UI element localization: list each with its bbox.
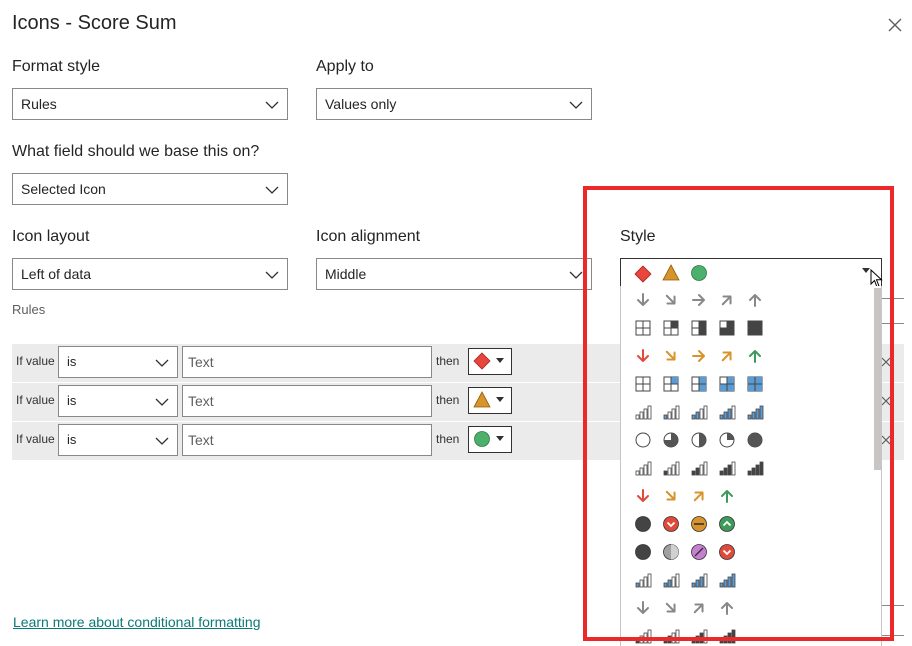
highlight-annotation [583,186,894,641]
rule-then-label: then [436,393,460,407]
rule-value-input[interactable]: Text [182,385,432,417]
rule-operator-value: is [67,393,77,408]
chevron-down-icon [265,271,279,279]
icon-alignment-select[interactable]: Middle [316,258,592,290]
rule-operator-value: is [67,432,77,447]
apply-to-value: Values only [325,96,397,112]
rule-if-label: If value [16,354,55,368]
icon-layout-select[interactable]: Left of data [12,258,288,290]
rule-icon-picker[interactable] [468,348,512,375]
format-style-value: Rules [21,96,57,112]
chevron-down-icon [569,101,583,109]
chevron-down-icon [155,398,169,406]
apply-to-select[interactable]: Values only [316,88,592,120]
close-icon[interactable] [884,14,906,36]
rule-value-input[interactable]: Text [182,424,432,456]
icon-layout-label: Icon layout [12,228,90,245]
base-field-label: What field should we base this on? [12,143,260,160]
caret-down-icon [496,436,504,441]
caret-down-icon [496,358,504,363]
learn-more-link[interactable]: Learn more about conditional formatting [13,614,260,630]
orange-triangle-icon [473,391,491,408]
rule-icon-picker[interactable] [468,387,512,414]
format-style-label: Format style [12,58,101,75]
rule-value-input[interactable]: Text [182,346,432,378]
base-field-select[interactable]: Selected Icon [12,173,288,205]
dialog-title: Icons - Score Sum [12,12,177,34]
green-circle-icon [474,431,490,447]
rule-operator-select[interactable]: is [58,385,178,417]
icon-alignment-value: Middle [325,266,367,282]
rule-icon-picker[interactable] [468,426,512,453]
rule-operator-select[interactable]: is [58,346,178,378]
rule-operator-value: is [67,354,77,369]
chevron-down-icon [265,186,279,194]
rules-label: Rules [12,302,46,317]
base-field-value: Selected Icon [21,181,106,197]
caret-down-icon [496,397,504,402]
chevron-down-icon [155,437,169,445]
rule-then-label: then [436,354,460,368]
red-diamond-icon [473,352,491,370]
chevron-down-icon [569,271,583,279]
rule-if-label: If value [16,393,55,407]
rule-then-label: then [436,432,460,446]
format-style-select[interactable]: Rules [12,88,288,120]
rule-if-label: If value [16,432,55,446]
apply-to-label: Apply to [316,58,374,75]
chevron-down-icon [155,359,169,367]
icon-layout-value: Left of data [21,266,92,282]
chevron-down-icon [265,101,279,109]
rule-operator-select[interactable]: is [58,424,178,456]
icon-alignment-label: Icon alignment [316,228,421,245]
